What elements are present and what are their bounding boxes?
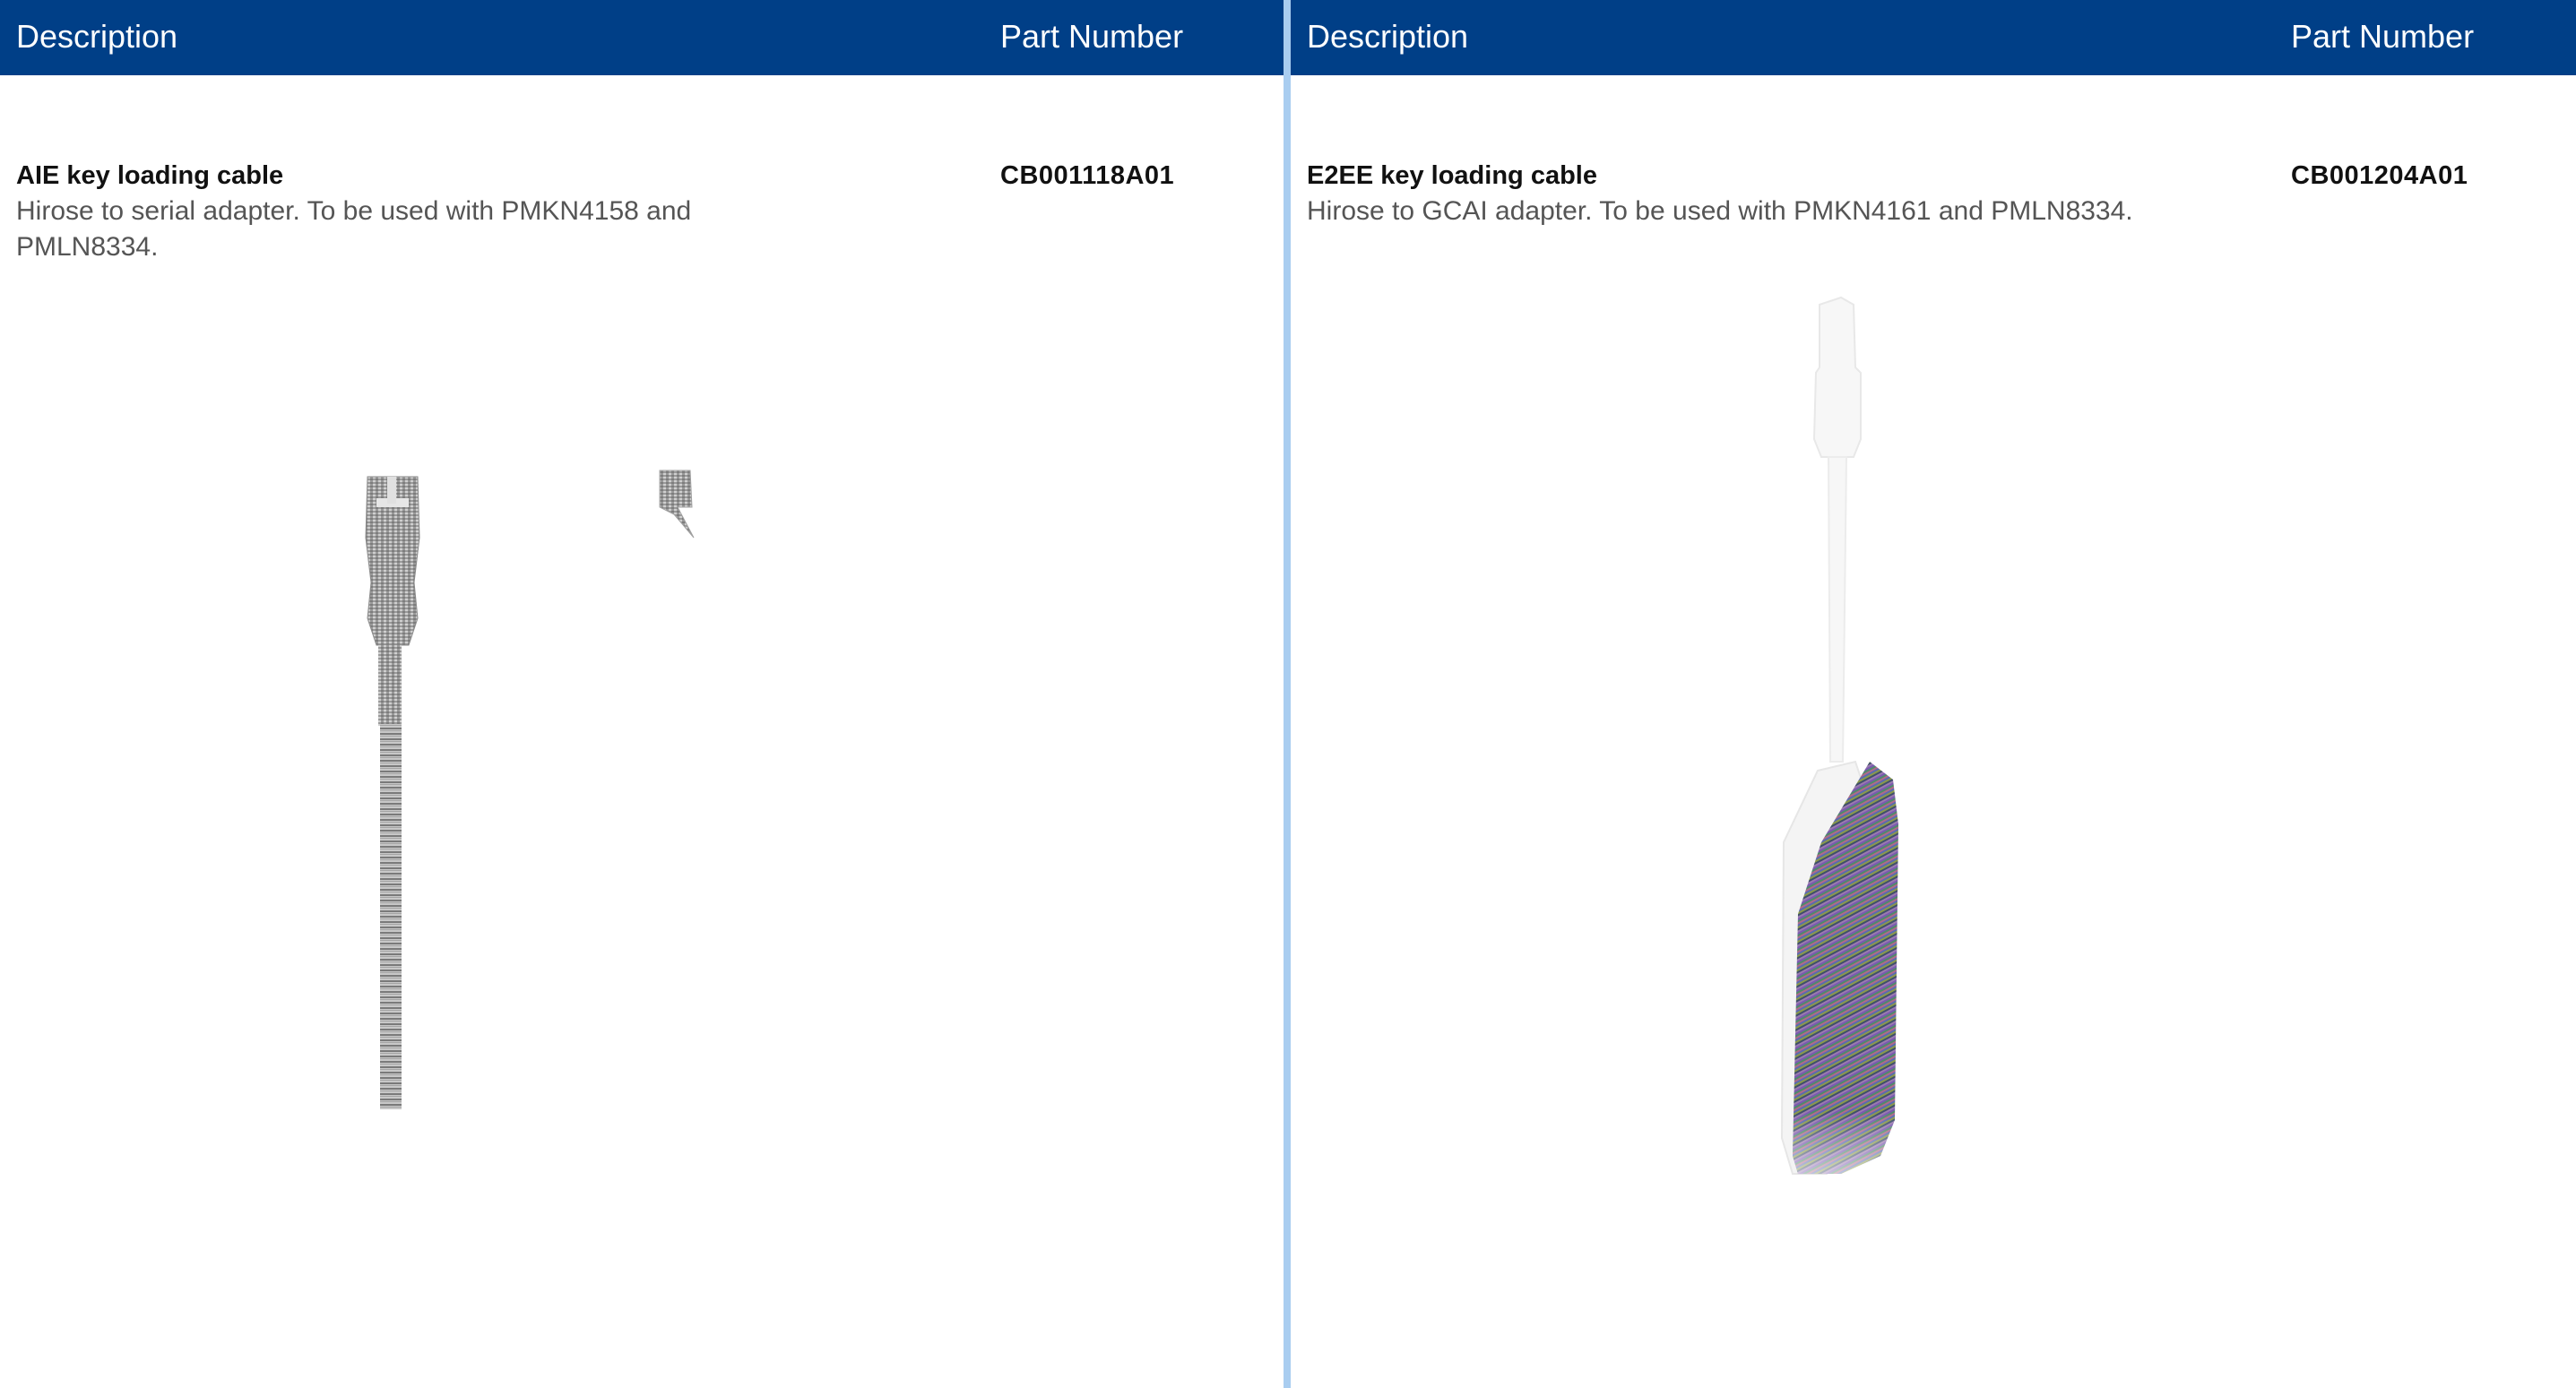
- panel-divider: [1284, 0, 1291, 1388]
- page: Description Part Number AIE key loading …: [0, 0, 2576, 1388]
- part-number-column-header: Part Number: [1000, 18, 1184, 55]
- cable-product-image: [1780, 296, 1898, 1175]
- item-description: Hirose to GCAI adapter. To be used with …: [1307, 196, 2133, 226]
- part-number-column-header: Part Number: [2291, 18, 2475, 55]
- item-title: AIE key loading cable: [16, 161, 284, 190]
- table-header: Description Part Number: [0, 0, 1284, 75]
- item-part-number: CB001118A01: [1000, 161, 1175, 190]
- item-part-number: CB001204A01: [2291, 161, 2468, 190]
- left-panel: Description Part Number AIE key loading …: [0, 0, 1284, 1388]
- table-header: Description Part Number: [1291, 0, 2576, 75]
- description-column-header: Description: [1307, 18, 1469, 55]
- item-description: Hirose to serial adapter. To be used wit…: [16, 196, 692, 262]
- description-column-header: Description: [16, 18, 178, 55]
- cable-product-image: [365, 470, 695, 1109]
- item-title: E2EE key loading cable: [1307, 161, 1597, 190]
